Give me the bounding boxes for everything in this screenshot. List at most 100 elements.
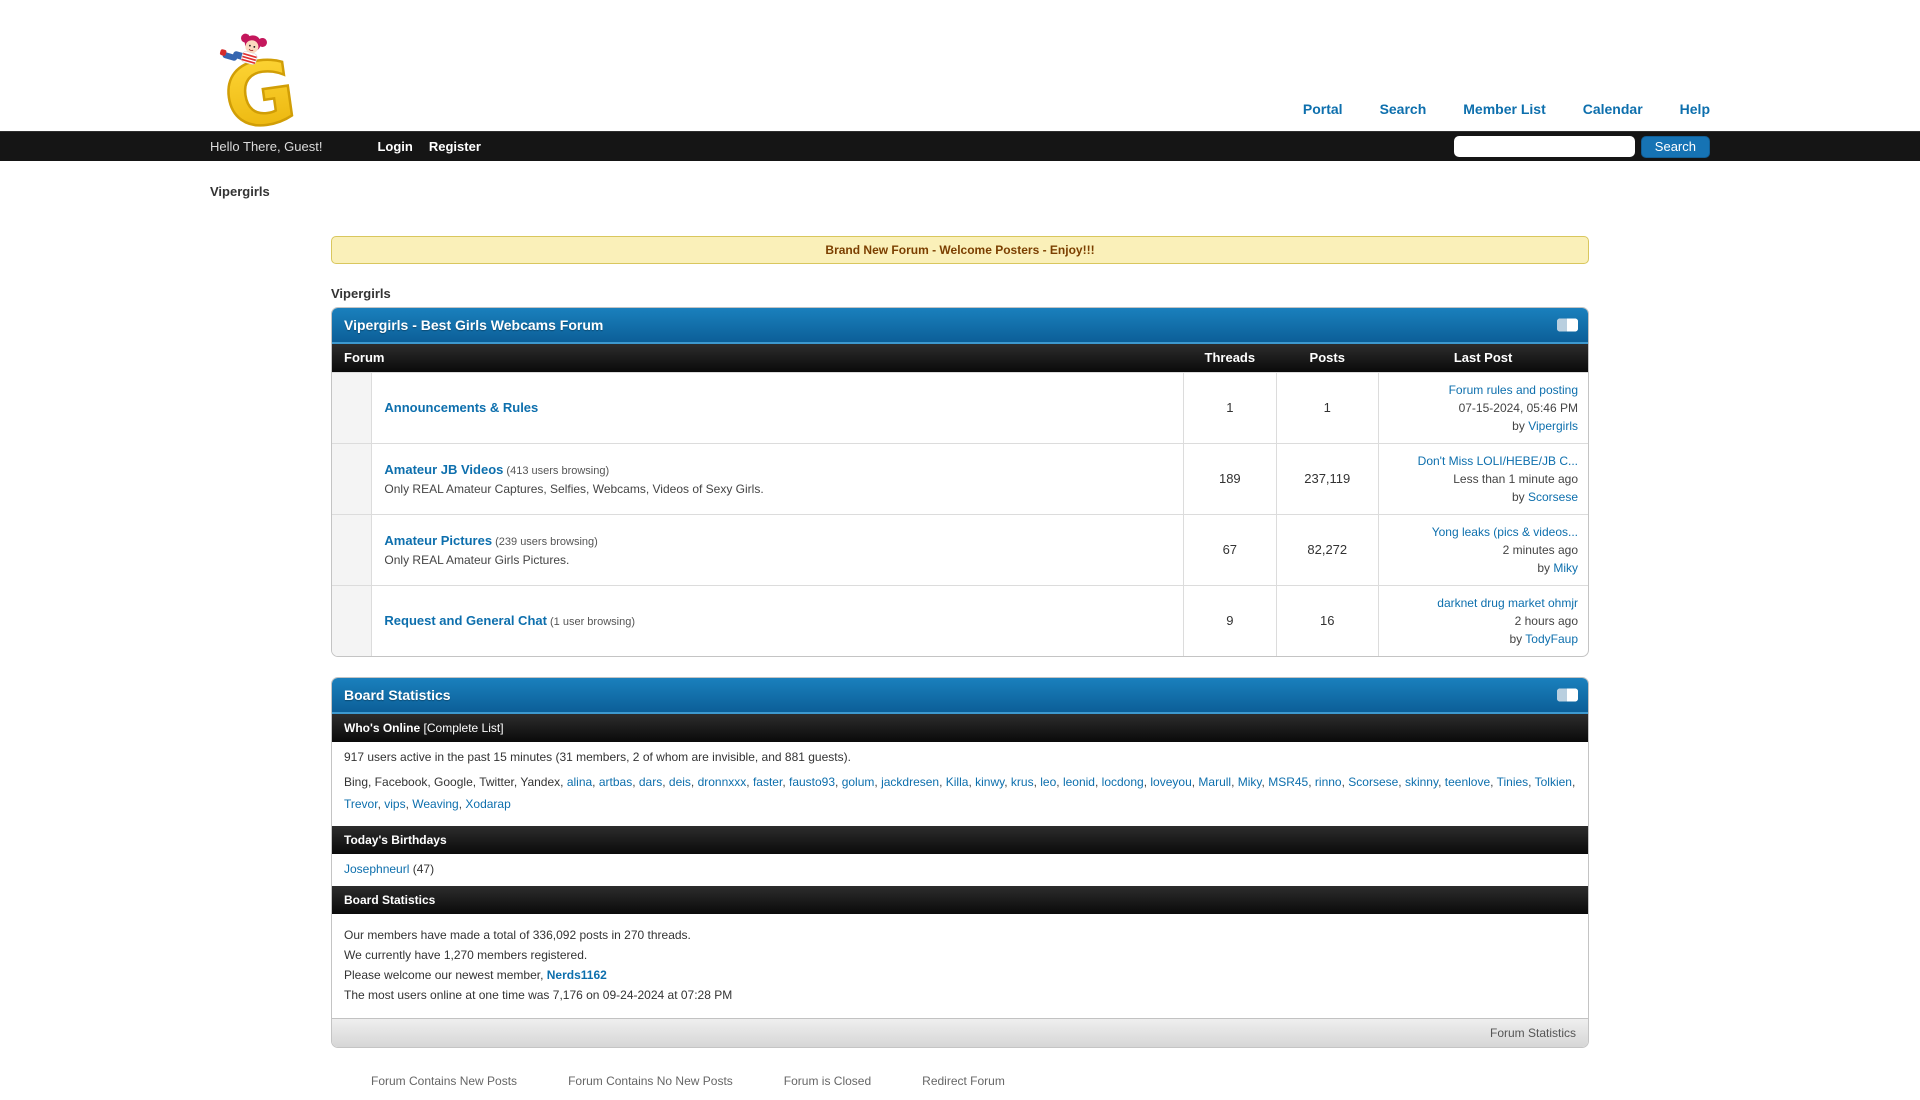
forum-description: Only REAL Amateur Girls Pictures. [384,553,1170,567]
birthday-user-link[interactable]: Josephneurl [344,862,409,876]
online-member-link[interactable]: dars [639,775,669,789]
online-member-link[interactable]: Scorsese [1348,775,1405,789]
forum-link[interactable]: Announcements & Rules [384,400,538,415]
search-input[interactable] [1454,136,1635,157]
online-member-link[interactable]: Killa [946,775,975,789]
forum-row: Amateur JB Videos (413 users browsing) On… [332,443,1588,514]
breadcrumb: Vipergirls [210,184,1710,199]
forum-link[interactable]: Amateur JB Videos [384,462,503,477]
collapse-panel-icon[interactable] [1557,319,1578,332]
lastpost-title-link[interactable]: darknet drug market ohmjr [1391,594,1578,612]
statistics-body: Our members have made a total of 336,092… [332,914,1588,1018]
forum-statistics-link[interactable]: Forum Statistics [1490,1026,1576,1040]
stat-newest-member: Please welcome our newest member, Nerds1… [344,968,1576,982]
breadcrumb-home-link[interactable]: Vipergirls [210,184,270,199]
legend-item: Redirect Forum [922,1074,1005,1088]
lastpost-by: by Miky [1391,559,1578,577]
online-member-link[interactable]: Xodarap [465,797,510,811]
forum-link[interactable]: Amateur Pictures [384,533,492,548]
forum-status-icon [332,443,372,514]
vipergirls-logo-icon: G [212,31,312,131]
online-member-link[interactable]: MSR45 [1268,775,1315,789]
online-member-link[interactable]: locdong [1102,775,1151,789]
notice-banner: Brand New Forum - Welcome Posters - Enjo… [331,236,1589,264]
online-member-link[interactable]: teenlove [1445,775,1497,789]
online-member-link[interactable]: jackdresen [881,775,946,789]
column-last-post: Last Post [1378,344,1588,372]
forum-browsing-count: (413 users browsing) [503,465,609,477]
online-member-link[interactable]: Tolkien [1535,775,1576,789]
top-nav-link-calendar[interactable]: Calendar [1583,101,1643,117]
lastpost-user-link[interactable]: TodyFaup [1525,632,1578,646]
online-member-link[interactable]: Weaving [412,797,465,811]
online-member-link[interactable]: dronnxxx [698,775,753,789]
newest-member-link[interactable]: Nerds1162 [547,968,607,982]
forum-threads-count: 9 [1183,585,1276,656]
online-member-link[interactable]: Trevor [344,797,384,811]
legend-item: Forum is Closed [784,1074,871,1088]
online-member-link[interactable]: golum [842,775,881,789]
top-nav: Portal Search Member List Calendar Help [1266,101,1710,119]
online-summary: 917 users active in the past 15 minutes … [344,750,1576,764]
online-member-link[interactable]: vips [384,797,412,811]
page-header: G Portal Search Member List Calendar Help [210,0,1710,131]
top-nav-link-portal[interactable]: Portal [1303,101,1343,117]
forum-threads-count: 1 [1183,372,1276,443]
lastpost-time: 07-15-2024, 05:46 PM [1391,399,1578,417]
forum-panel: Vipergirls - Best Girls Webcams Forum Fo… [331,307,1589,657]
header-bar: Hello There, Guest! Login Register Searc… [0,131,1920,161]
legend: Forum Contains New PostsForum Contains N… [331,1074,1589,1100]
online-member-link[interactable]: skinny [1405,775,1445,789]
whos-online-title: Who's Online [344,721,420,735]
online-member-link[interactable]: leo [1040,775,1063,789]
lastpost-by: by TodyFaup [1391,630,1578,648]
online-member-link[interactable]: krus [1011,775,1040,789]
forum-description: Only REAL Amateur Captures, Selfies, Web… [384,482,1170,496]
register-link[interactable]: Register [429,139,481,154]
forum-row: Announcements & Rules11Forum rules and p… [332,372,1588,443]
online-member-link[interactable]: Tinies [1497,775,1535,789]
legend-item: Forum Contains No New Posts [568,1074,733,1088]
whos-online-bar: Who's Online [Complete List] [332,714,1588,742]
vipergirls-logo[interactable]: G [212,31,312,131]
forum-panel-header: Vipergirls - Best Girls Webcams Forum [332,308,1588,344]
forum-threads-count: 189 [1183,443,1276,514]
top-nav-link-search[interactable]: Search [1380,101,1427,117]
forum-posts-count: 237,119 [1276,443,1378,514]
lastpost-title-link[interactable]: Yong leaks (pics & videos... [1391,523,1578,541]
lastpost-user-link[interactable]: Miky [1553,561,1578,575]
collapse-panel-icon[interactable] [1557,688,1578,701]
online-member-link[interactable]: rinno [1315,775,1348,789]
top-nav-link-member-list[interactable]: Member List [1463,101,1545,117]
online-member-link[interactable]: Marull [1198,775,1237,789]
stat-members-registered: We currently have 1,270 members register… [344,948,1576,962]
online-member-link[interactable]: alina [567,775,599,789]
lastpost-title-link[interactable]: Forum rules and posting [1391,381,1578,399]
forum-status-icon [332,585,372,656]
whos-online-body: 917 users active in the past 15 minutes … [332,742,1588,827]
complete-list-link[interactable]: [Complete List] [424,721,504,735]
forum-posts-count: 16 [1276,585,1378,656]
online-member-link[interactable]: fausto93 [789,775,842,789]
lastpost-time: 2 minutes ago [1391,541,1578,559]
birthdays-bar: Today's Birthdays [332,826,1588,854]
stat-total-posts: Our members have made a total of 336,092… [344,928,1576,942]
online-member-link[interactable]: leonid [1063,775,1102,789]
column-threads: Threads [1183,344,1276,372]
forum-posts-count: 82,272 [1276,514,1378,585]
forum-link[interactable]: Request and General Chat [384,613,547,628]
online-member-link[interactable]: kinwy [975,775,1011,789]
lastpost-title-link[interactable]: Don't Miss LOLI/HEBE/JB C... [1391,452,1578,470]
top-nav-link-help[interactable]: Help [1680,101,1710,117]
online-member-link[interactable]: loveyou [1150,775,1198,789]
column-forum: Forum [332,344,1183,372]
lastpost-user-link[interactable]: Vipergirls [1528,419,1578,433]
online-member-link[interactable]: artbas [599,775,639,789]
online-member-link[interactable]: faster [753,775,789,789]
forum-threads-count: 67 [1183,514,1276,585]
online-member-link[interactable]: deis [669,775,698,789]
search-button[interactable]: Search [1641,136,1710,158]
lastpost-user-link[interactable]: Scorsese [1528,490,1578,504]
online-member-link[interactable]: Miky [1238,775,1268,789]
login-link[interactable]: Login [377,139,412,154]
